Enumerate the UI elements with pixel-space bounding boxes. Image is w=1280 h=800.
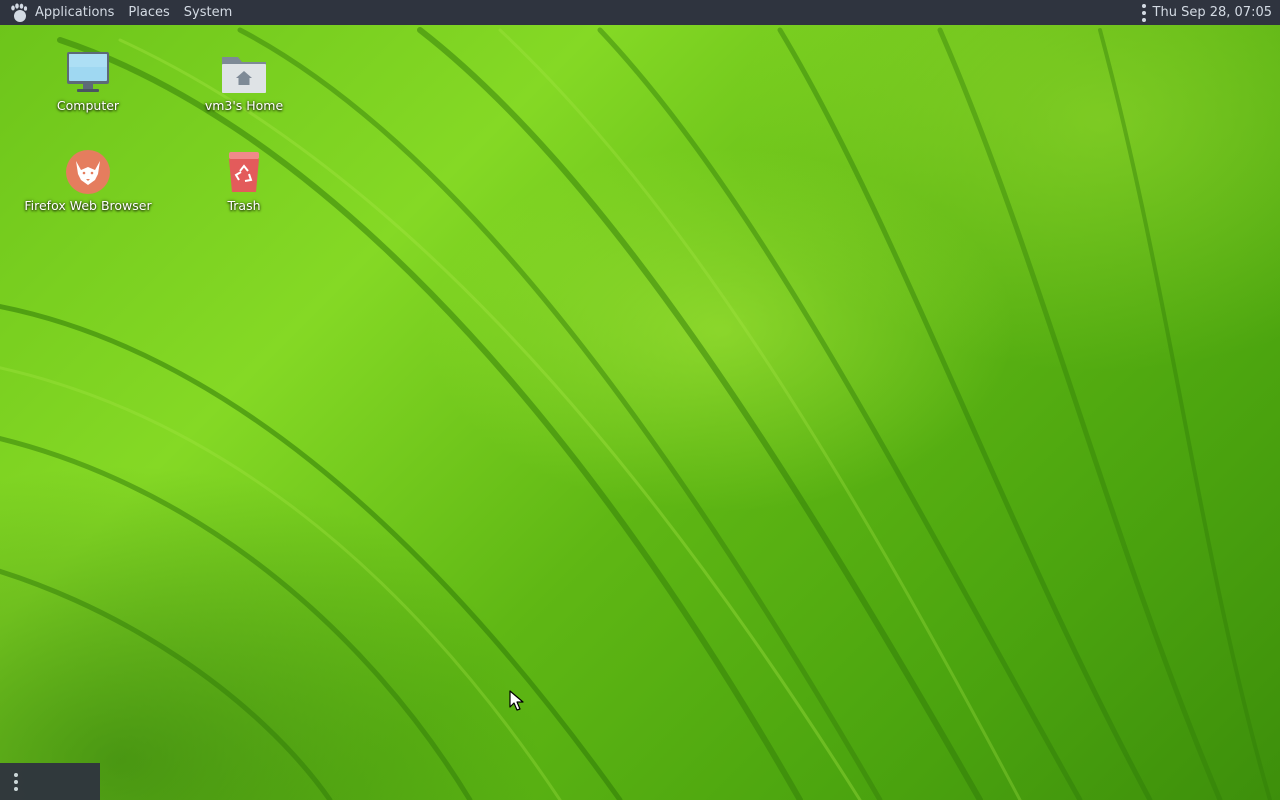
desktop-icon-computer[interactable]: Computer — [18, 48, 158, 113]
firefox-icon — [64, 148, 112, 196]
desktop-icon-home[interactable]: vm3's Home — [174, 48, 314, 113]
bottom-panel — [0, 763, 100, 800]
system-menu[interactable]: System — [177, 0, 239, 25]
desktop[interactable]: Applications Places System Thu Sep 28, 0… — [0, 0, 1280, 800]
clock[interactable]: Thu Sep 28, 07:05 — [1153, 5, 1280, 20]
panel-handle-icon[interactable] — [1141, 3, 1147, 22]
desktop-icon-label: Firefox Web Browser — [24, 198, 152, 213]
mouse-pointer-icon — [509, 690, 524, 711]
desktop-icon-label: Computer — [56, 98, 120, 113]
top-panel: Applications Places System Thu Sep 28, 0… — [0, 0, 1280, 25]
trash-icon — [220, 148, 268, 196]
gnome-foot-icon[interactable] — [6, 0, 32, 25]
places-menu[interactable]: Places — [121, 0, 176, 25]
desktop-icon-label: Trash — [227, 198, 261, 213]
desktop-icon-trash[interactable]: Trash — [174, 148, 314, 213]
home-folder-icon — [220, 48, 268, 96]
desktop-icon-label: vm3's Home — [204, 98, 284, 113]
panel-handle-icon[interactable] — [13, 772, 19, 791]
applications-menu[interactable]: Applications — [32, 0, 121, 25]
desktop-icon-firefox[interactable]: Firefox Web Browser — [18, 148, 158, 213]
wallpaper — [0, 27, 1272, 800]
computer-icon — [64, 48, 112, 96]
